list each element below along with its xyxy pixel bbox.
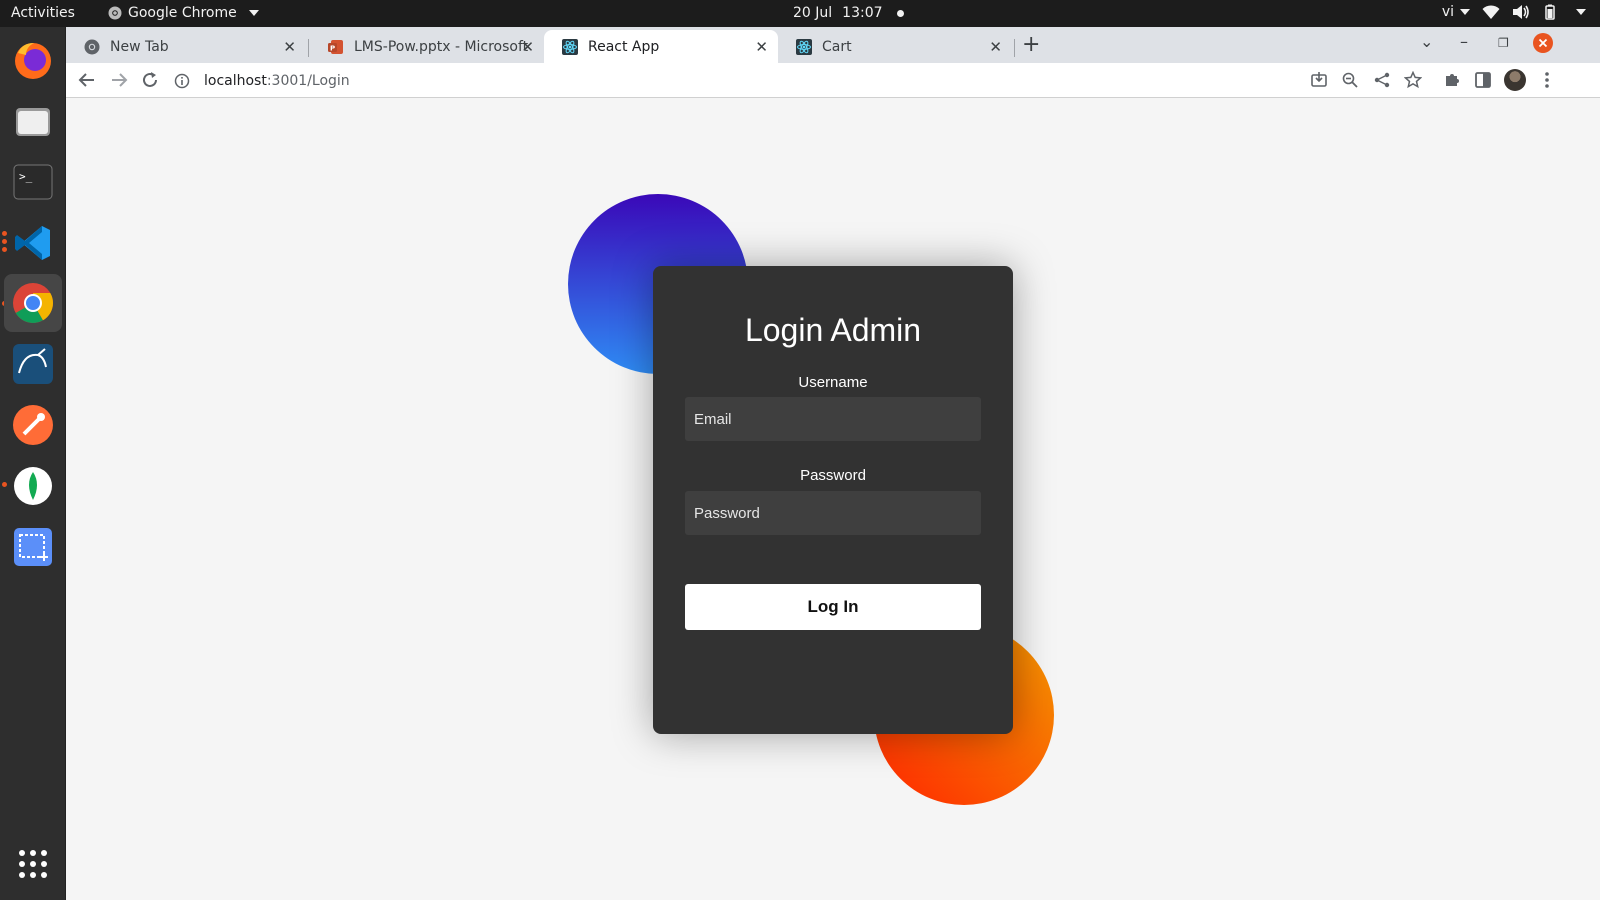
tab-cart[interactable]: Cart ✕ (778, 30, 1012, 63)
mongodb-compass-icon (14, 467, 52, 505)
dock: >_ (0, 27, 66, 900)
tab-close-icon[interactable]: ✕ (521, 38, 534, 56)
extensions-puzzle-icon[interactable] (1441, 69, 1463, 91)
tab-close-icon[interactable]: ✕ (283, 38, 296, 56)
volume-icon (1513, 5, 1529, 19)
username-label: Username (798, 374, 868, 391)
tab-close-icon[interactable]: ✕ (989, 38, 1002, 56)
date: 20 Jul (793, 5, 833, 21)
bookmark-star-icon[interactable] (1402, 69, 1424, 91)
powerpoint-favicon-icon: P (328, 39, 343, 54)
tab-title: LMS-Pow.pptx - Microsoft (354, 38, 529, 55)
new-tab-plus-icon[interactable]: + (1022, 32, 1040, 57)
tab-new-tab[interactable]: New Tab ✕ (66, 30, 306, 63)
vscode-icon (15, 226, 50, 260)
minimize-icon[interactable]: – (1460, 32, 1468, 51)
wifi-icon (1482, 5, 1500, 19)
terminal-icon: >_ (13, 164, 53, 200)
address-bar[interactable]: localhost:3001/Login (174, 67, 1294, 94)
chrome-favicon-icon (84, 39, 100, 54)
chrome-small-icon (108, 6, 122, 20)
dock-mongodb-compass[interactable] (4, 457, 62, 515)
forward-icon[interactable] (108, 69, 130, 91)
system-top-bar: Activities Google Chrome 20 Jul 13:07 vi (0, 0, 1600, 27)
dock-terminal[interactable]: >_ (4, 153, 62, 211)
react-favicon-icon (796, 38, 812, 55)
chevron-down-icon (1460, 9, 1470, 15)
browser-toolbar: localhost:3001/Login (66, 63, 1600, 98)
system-tray[interactable]: vi (1442, 4, 1586, 20)
dock-mysql-workbench[interactable] (4, 335, 62, 393)
share-icon[interactable] (1371, 69, 1393, 91)
dock-files[interactable] (4, 92, 62, 150)
chrome-menu-icon[interactable] (1536, 69, 1558, 91)
page-viewport: Login Admin Username Password Log In (66, 98, 1600, 900)
screenshot-icon (14, 528, 52, 566)
app-menu-label: Google Chrome (128, 5, 237, 21)
clock[interactable]: 20 Jul 13:07 (793, 5, 904, 21)
files-icon (16, 108, 50, 136)
notification-dot-icon (896, 9, 904, 17)
input-language[interactable]: vi (1442, 4, 1470, 20)
tab-lms-pow[interactable]: P LMS-Pow.pptx - Microsoft ✕ (310, 30, 544, 63)
chrome-icon (13, 283, 53, 323)
tab-title: React App (588, 38, 660, 55)
chevron-down-icon (248, 10, 259, 16)
firefox-icon (15, 43, 51, 79)
tab-react-app[interactable]: React App ✕ (544, 30, 778, 63)
svg-text:>_: >_ (19, 170, 33, 183)
password-input[interactable] (685, 491, 981, 535)
system-menu-chevron-icon[interactable] (1576, 9, 1586, 15)
battery-icon (1545, 4, 1555, 20)
info-icon[interactable] (174, 73, 190, 89)
url-host: localhost (204, 72, 267, 89)
tab-title: New Tab (110, 38, 169, 55)
app-menu[interactable]: Google Chrome (108, 5, 259, 21)
dock-postman[interactable] (4, 396, 62, 454)
username-input[interactable] (685, 397, 981, 441)
zoom-icon[interactable] (1339, 69, 1361, 91)
password-label: Password (800, 467, 866, 484)
install-app-icon[interactable] (1308, 69, 1330, 91)
dock-firefox[interactable] (4, 31, 62, 89)
close-window-icon[interactable] (1533, 33, 1553, 53)
svg-text:P: P (330, 44, 335, 52)
mysql-workbench-icon (13, 344, 53, 384)
tab-divider (1014, 39, 1015, 57)
activities-button[interactable]: Activities (11, 5, 75, 21)
login-button[interactable]: Log In (685, 584, 981, 630)
back-icon[interactable] (76, 69, 98, 91)
reload-icon[interactable] (139, 69, 161, 91)
tab-close-icon[interactable]: ✕ (755, 38, 768, 56)
profile-avatar[interactable] (1504, 69, 1526, 91)
input-language-label: vi (1441, 4, 1454, 20)
tab-search-chevron-icon[interactable]: ⌄ (1420, 32, 1433, 51)
tab-title: Cart (822, 38, 852, 55)
show-applications-icon[interactable] (19, 850, 47, 878)
postman-icon (13, 405, 53, 445)
react-favicon-icon (562, 38, 578, 55)
tab-divider (308, 39, 309, 57)
dock-vscode[interactable] (4, 214, 62, 272)
side-panel-icon[interactable] (1472, 69, 1494, 91)
login-title: Login Admin (744, 312, 922, 348)
dock-chrome[interactable] (4, 274, 62, 332)
time: 13:07 (842, 5, 883, 21)
url-path: :3001/Login (266, 72, 350, 89)
login-form: Login Admin Username Password Log In (653, 266, 1013, 734)
restore-icon[interactable]: ❐ (1498, 36, 1509, 50)
dock-screenshot[interactable] (4, 518, 62, 576)
tab-strip: New Tab ✕ P LMS-Pow.pptx - Microsoft ✕ R… (66, 27, 1600, 63)
